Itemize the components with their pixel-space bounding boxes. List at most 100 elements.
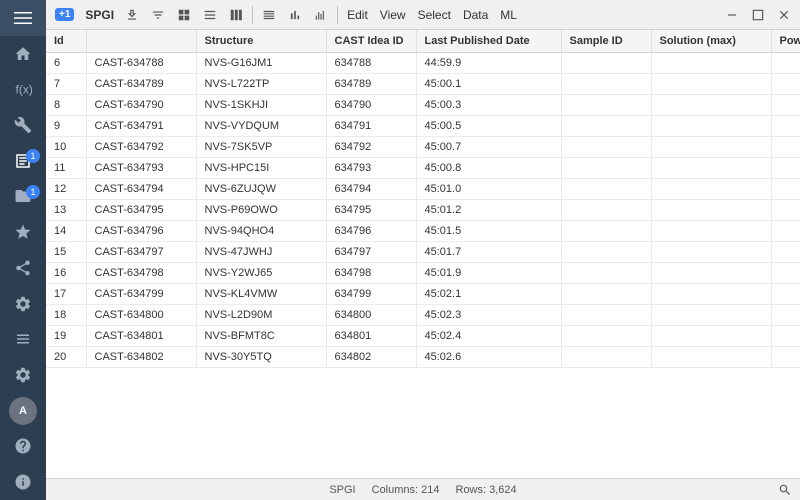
table-row[interactable]: 18CAST-634800NVS-L2D90M63480045:02.3 xyxy=(46,305,800,326)
sidebar-item-home[interactable] xyxy=(0,36,46,72)
table-row[interactable]: 20CAST-634802NVS-30Y5TQ63480245:02.6 xyxy=(46,347,800,368)
badge-button[interactable]: +1 xyxy=(50,4,79,26)
cell-1: CAST-634798 xyxy=(86,263,196,284)
select-menu-button[interactable]: Select xyxy=(413,4,456,26)
cell-3: 634798 xyxy=(326,263,416,284)
data-table-container[interactable]: Id Structure CAST Idea ID Last Published… xyxy=(46,30,800,478)
download-button[interactable] xyxy=(120,4,144,26)
statusbar: SPGI Columns: 214 Rows: 3,624 xyxy=(46,478,800,500)
ml-menu-button[interactable]: ML xyxy=(495,4,522,26)
col-header-id[interactable]: Id xyxy=(46,30,86,53)
sidebar-item-config[interactable] xyxy=(0,357,46,393)
cell-5 xyxy=(561,179,651,200)
col-header-solution[interactable]: Solution (max) xyxy=(651,30,771,53)
cell-1: CAST-634791 xyxy=(86,116,196,137)
cell-4: 45:02.3 xyxy=(416,305,561,326)
column-view-button[interactable] xyxy=(224,4,248,26)
table-row[interactable]: 12CAST-634794NVS-6ZUJQW63479445:01.0 xyxy=(46,179,800,200)
table-row[interactable]: 7CAST-634789NVS-L722TP63478945:00.1 xyxy=(46,74,800,95)
table-row[interactable]: 11CAST-634793NVS-HPC15I63479345:00.8 xyxy=(46,158,800,179)
table-row[interactable]: 10CAST-634792NVS-7SK5VP63479245:00.7 xyxy=(46,137,800,158)
sidebar-item-settings[interactable] xyxy=(0,286,46,322)
cell-2: NVS-47JWHJ xyxy=(196,242,326,263)
minimize-button[interactable] xyxy=(720,4,744,26)
list-view-button[interactable] xyxy=(198,4,222,26)
cell-0: 18 xyxy=(46,305,86,326)
cell-5 xyxy=(561,326,651,347)
chart-button[interactable] xyxy=(283,4,307,26)
filter-button[interactable] xyxy=(146,4,170,26)
cell-7 xyxy=(771,263,800,284)
cell-5 xyxy=(561,263,651,284)
cell-3: 634792 xyxy=(326,137,416,158)
grid-view-button[interactable] xyxy=(172,4,196,26)
sidebar: f(x) 1 1 A xyxy=(0,0,46,500)
cell-1: CAST-634802 xyxy=(86,347,196,368)
cell-1: CAST-634801 xyxy=(86,326,196,347)
cell-3: 634788 xyxy=(326,53,416,74)
cell-3: 634794 xyxy=(326,179,416,200)
cell-2: NVS-BFMT8C xyxy=(196,326,326,347)
table-header-row: Id Structure CAST Idea ID Last Published… xyxy=(46,30,800,53)
table-row[interactable]: 15CAST-634797NVS-47JWHJ63479745:01.7 xyxy=(46,242,800,263)
sidebar-item-help[interactable] xyxy=(0,429,46,465)
sidebar-item-menu[interactable] xyxy=(0,0,46,36)
col-header-castid[interactable]: CAST Idea ID xyxy=(326,30,416,53)
cell-0: 11 xyxy=(46,158,86,179)
cell-3: 634801 xyxy=(326,326,416,347)
row-view-button[interactable] xyxy=(257,4,281,26)
table-row[interactable]: 16CAST-634798NVS-Y2WJ6563479845:01.9 xyxy=(46,263,800,284)
cell-2: NVS-VYDQUM xyxy=(196,116,326,137)
table-row[interactable]: 9CAST-634791NVS-VYDQUM63479145:00.5 xyxy=(46,116,800,137)
search-icon[interactable] xyxy=(778,483,792,497)
cell-1: CAST-634792 xyxy=(86,137,196,158)
sidebar-item-view[interactable] xyxy=(0,321,46,357)
table-row[interactable]: 6CAST-634788NVS-G16JM163478844:59.9 xyxy=(46,53,800,74)
bar-chart-button[interactable] xyxy=(309,4,333,26)
table-row[interactable]: 17CAST-634799NVS-KL4VMW63479945:02.1 xyxy=(46,284,800,305)
table-row[interactable]: 13CAST-634795NVS-P69OWO63479545:01.2 xyxy=(46,200,800,221)
col-header-sampleid[interactable]: Sample ID xyxy=(561,30,651,53)
data-menu-button[interactable]: Data xyxy=(458,4,493,26)
maximize-button[interactable] xyxy=(746,4,770,26)
sidebar-item-avatar[interactable]: A xyxy=(0,393,46,429)
cell-6 xyxy=(651,158,771,179)
col-header-cast[interactable] xyxy=(86,30,196,53)
sidebar-item-info[interactable] xyxy=(0,464,46,500)
sidebar-item-formula[interactable]: f(x) xyxy=(0,71,46,107)
cell-1: CAST-634799 xyxy=(86,284,196,305)
sidebar-item-folder[interactable]: 1 xyxy=(0,179,46,215)
statusbar-columns: Columns: 214 xyxy=(372,484,440,496)
user-avatar: A xyxy=(9,397,37,425)
cell-1: CAST-634793 xyxy=(86,158,196,179)
cell-6 xyxy=(651,200,771,221)
cell-1: CAST-634797 xyxy=(86,242,196,263)
col-header-powder[interactable]: Powder (m xyxy=(771,30,800,53)
sidebar-item-tools[interactable] xyxy=(0,107,46,143)
ml-label: ML xyxy=(500,8,517,22)
view-menu-button[interactable]: View xyxy=(375,4,411,26)
cell-7 xyxy=(771,53,800,74)
col-header-lpd[interactable]: Last Published Date xyxy=(416,30,561,53)
toolbar-badge: +1 xyxy=(55,8,74,21)
table-row[interactable]: 19CAST-634801NVS-BFMT8C63480145:02.4 xyxy=(46,326,800,347)
cell-0: 14 xyxy=(46,221,86,242)
cell-6 xyxy=(651,179,771,200)
col-header-structure[interactable]: Structure xyxy=(196,30,326,53)
cell-0: 20 xyxy=(46,347,86,368)
cell-2: NVS-6ZUJQW xyxy=(196,179,326,200)
cell-3: 634793 xyxy=(326,158,416,179)
cell-4: 45:02.1 xyxy=(416,284,561,305)
close-button[interactable] xyxy=(772,4,796,26)
cell-7 xyxy=(771,326,800,347)
sidebar-item-table[interactable]: 1 xyxy=(0,143,46,179)
cell-7 xyxy=(771,221,800,242)
toolbar: +1 SPGI Edit xyxy=(46,0,800,30)
statusbar-rows: Rows: 3,624 xyxy=(456,484,517,496)
table-row[interactable]: 14CAST-634796NVS-94QHO463479645:01.5 xyxy=(46,221,800,242)
table-row[interactable]: 8CAST-634790NVS-1SKHJI63479045:00.3 xyxy=(46,95,800,116)
sidebar-item-share[interactable] xyxy=(0,250,46,286)
sidebar-item-star[interactable] xyxy=(0,214,46,250)
edit-menu-button[interactable]: Edit xyxy=(342,4,373,26)
cell-4: 45:00.8 xyxy=(416,158,561,179)
